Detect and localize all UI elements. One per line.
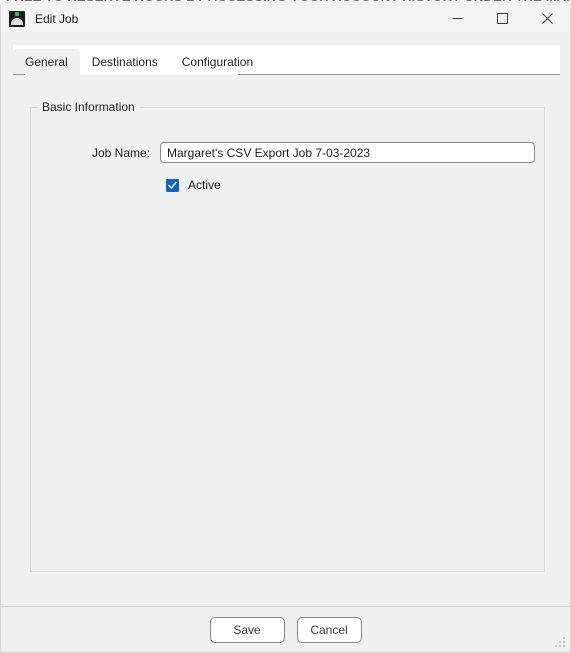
- active-row: Active: [30, 178, 545, 192]
- save-button[interactable]: Save: [209, 616, 285, 643]
- groupbox-title: Basic Information: [38, 100, 140, 114]
- minimize-button[interactable]: [435, 5, 480, 32]
- titlebar: Edit Job: [1, 5, 570, 32]
- dialog-footer: Save Cancel: [1, 607, 570, 652]
- tab-configuration[interactable]: Configuration: [170, 49, 265, 75]
- tab-configuration-label: Configuration: [181, 55, 254, 69]
- check-icon: [168, 181, 177, 189]
- job-name-label: Job Name:: [91, 145, 150, 160]
- job-name-input[interactable]: [160, 142, 535, 163]
- maximize-icon: [497, 13, 508, 24]
- general-tab-panel: Basic Information Job Name: Active: [13, 75, 560, 599]
- active-checkbox[interactable]: [166, 178, 179, 192]
- tabstrip: General Destinations Configuration: [13, 45, 560, 75]
- basic-information-groupbox: Basic Information Job Name: Active: [30, 100, 545, 572]
- close-icon: [542, 13, 553, 24]
- maximize-button[interactable]: [480, 5, 525, 32]
- tab-general[interactable]: General: [13, 49, 80, 75]
- edit-job-dialog: Edit Job General Destinations Configurat…: [0, 5, 571, 653]
- app-dome-icon: [9, 10, 25, 27]
- tab-general-label: General: [25, 55, 68, 69]
- resize-grip[interactable]: [554, 636, 567, 649]
- tab-destinations-label: Destinations: [91, 55, 158, 69]
- tabstrip-container: General Destinations Configuration: [13, 45, 560, 75]
- close-button[interactable]: [525, 5, 570, 32]
- groupbox-border: [30, 107, 545, 572]
- window-controls: [435, 5, 570, 32]
- minimize-icon: [452, 18, 463, 19]
- active-checkbox-label[interactable]: Active: [188, 178, 221, 192]
- tab-destinations[interactable]: Destinations: [80, 49, 170, 75]
- job-name-row: Job Name:: [30, 142, 545, 163]
- background-window-text: FREE TO RESERVE HOURS BY ACCESSING YOUR …: [6, 0, 571, 4]
- window-title: Edit Job: [35, 11, 79, 26]
- cancel-button[interactable]: Cancel: [296, 616, 362, 643]
